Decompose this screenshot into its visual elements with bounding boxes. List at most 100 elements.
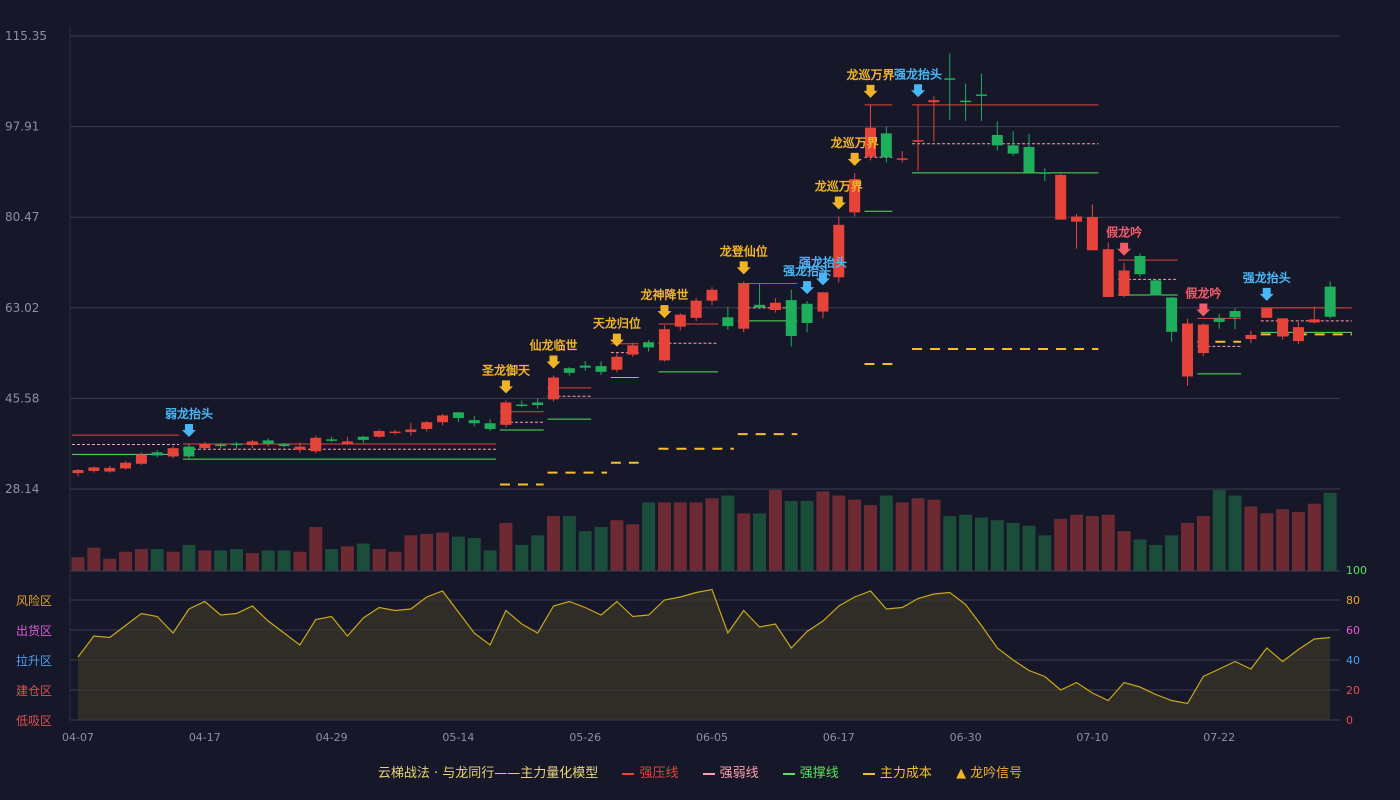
volume-bar bbox=[974, 517, 988, 571]
volume-bar bbox=[1054, 518, 1068, 571]
candle-body bbox=[389, 431, 401, 434]
volume-bar bbox=[594, 527, 608, 571]
volume-bar bbox=[230, 549, 243, 571]
volume-bar bbox=[261, 550, 275, 571]
candle-body bbox=[785, 300, 797, 336]
signal-arrow-icon bbox=[831, 196, 846, 210]
volume-bar bbox=[1323, 492, 1337, 571]
volume-bar bbox=[150, 549, 164, 571]
candle-body bbox=[1197, 324, 1209, 354]
volume-bar bbox=[182, 544, 196, 571]
x-tick-label: 06-05 bbox=[696, 731, 728, 744]
x-tick-label: 05-26 bbox=[569, 731, 601, 744]
candle-body bbox=[595, 366, 607, 372]
candle-body bbox=[246, 441, 258, 446]
candle-body bbox=[769, 302, 781, 311]
signal-arrow-icon bbox=[609, 333, 624, 347]
candle-body bbox=[167, 448, 179, 457]
candle-body bbox=[1086, 217, 1098, 251]
indicator-tick-label: 100 bbox=[1346, 564, 1367, 577]
legend-label-cost: 主力成本 bbox=[879, 766, 932, 781]
volume-bar bbox=[1276, 509, 1290, 571]
candle-body bbox=[1023, 146, 1035, 173]
candle-body bbox=[231, 443, 242, 446]
volume-bar bbox=[245, 553, 259, 571]
volume-bar bbox=[436, 532, 450, 571]
signal-label: 弱龙抬头 bbox=[165, 406, 213, 421]
signal-arrow-icon bbox=[911, 84, 926, 98]
candle-body bbox=[1134, 255, 1146, 275]
volume-bar bbox=[657, 502, 671, 571]
signal-arrow-icon bbox=[800, 281, 815, 295]
volume-bar bbox=[71, 557, 85, 571]
candle-body bbox=[801, 303, 813, 323]
volume-bar bbox=[1101, 514, 1115, 571]
candle-body bbox=[1039, 172, 1051, 174]
candle-body bbox=[341, 441, 353, 444]
triangle-icon: ▲ bbox=[956, 766, 967, 781]
indicator-tick-label: 0 bbox=[1346, 714, 1353, 727]
volume-bar bbox=[1228, 495, 1242, 571]
volume-bar bbox=[562, 516, 576, 571]
indicator-area bbox=[78, 589, 1331, 720]
candle-body bbox=[738, 283, 750, 329]
candle-body bbox=[88, 467, 100, 472]
legend-label-signal: 龙吟信号 bbox=[970, 766, 1023, 781]
candle-body bbox=[532, 402, 544, 406]
candle-body bbox=[1150, 280, 1162, 296]
x-tick-label: 07-22 bbox=[1203, 731, 1235, 744]
legend-item-press: 强压线 bbox=[622, 762, 678, 781]
legend-title: 云梯战法 · 与龙同行——主力量化模型 bbox=[377, 766, 599, 781]
candle-body bbox=[500, 402, 512, 425]
volume-bar bbox=[832, 495, 846, 571]
candle-body bbox=[183, 446, 195, 457]
volume-bar bbox=[1165, 535, 1179, 571]
volume-bar bbox=[547, 516, 560, 571]
legend-item-weak: 强弱线 bbox=[702, 762, 759, 781]
volume-bar bbox=[531, 535, 545, 571]
indicator-tick-label: 40 bbox=[1346, 654, 1360, 667]
volume-bar bbox=[1117, 531, 1131, 571]
candle-body bbox=[579, 365, 591, 368]
candle-body bbox=[991, 134, 1003, 146]
candle-body bbox=[690, 300, 702, 318]
volume-bar bbox=[467, 538, 481, 571]
legend-swatch-weak bbox=[702, 772, 715, 775]
volume-bar bbox=[943, 516, 957, 571]
dragon-candlestick-chart: 115.35 97.91 80.47 63.02 45.58 28.14 弱龙抬头 圣龙御天 仙… bbox=[5, 26, 1367, 744]
volume-bar bbox=[705, 498, 719, 571]
candle-body bbox=[135, 454, 147, 464]
volume-bar bbox=[784, 500, 798, 571]
candle-body bbox=[1071, 216, 1083, 222]
volume-bar bbox=[325, 549, 339, 571]
candle-body bbox=[1277, 318, 1289, 337]
volume-bar bbox=[927, 499, 941, 571]
signal-label: 强龙抬头 bbox=[894, 66, 942, 81]
volume-bar bbox=[959, 514, 973, 571]
volume-bar bbox=[1212, 490, 1226, 571]
price-tick-label: 115.35 bbox=[5, 29, 47, 43]
volume-bar bbox=[119, 551, 133, 571]
candle-body bbox=[72, 469, 84, 474]
volume-bar bbox=[309, 527, 323, 571]
indicator-zone-label: 风险区 bbox=[16, 593, 52, 608]
candle-body bbox=[421, 422, 433, 429]
volume-bar bbox=[990, 520, 1004, 571]
x-tick-label: 06-30 bbox=[950, 731, 982, 744]
candle-body bbox=[104, 467, 116, 472]
volume-bar bbox=[768, 490, 782, 571]
candle-body bbox=[1292, 327, 1304, 342]
candle-body bbox=[151, 452, 163, 456]
volume-bar bbox=[1038, 535, 1052, 571]
candle-body bbox=[1261, 308, 1273, 318]
candle-body bbox=[1102, 249, 1114, 298]
volume-bar bbox=[1022, 525, 1036, 571]
x-tick-label: 06-17 bbox=[823, 731, 855, 744]
candle-body bbox=[706, 289, 718, 301]
candle-body bbox=[1055, 174, 1067, 220]
volume-bar bbox=[293, 551, 307, 571]
candle-body bbox=[896, 158, 908, 160]
candle-body bbox=[516, 404, 528, 407]
signal-label: 假龙吟 bbox=[1106, 225, 1142, 240]
indicator-tick-label: 20 bbox=[1346, 684, 1360, 697]
